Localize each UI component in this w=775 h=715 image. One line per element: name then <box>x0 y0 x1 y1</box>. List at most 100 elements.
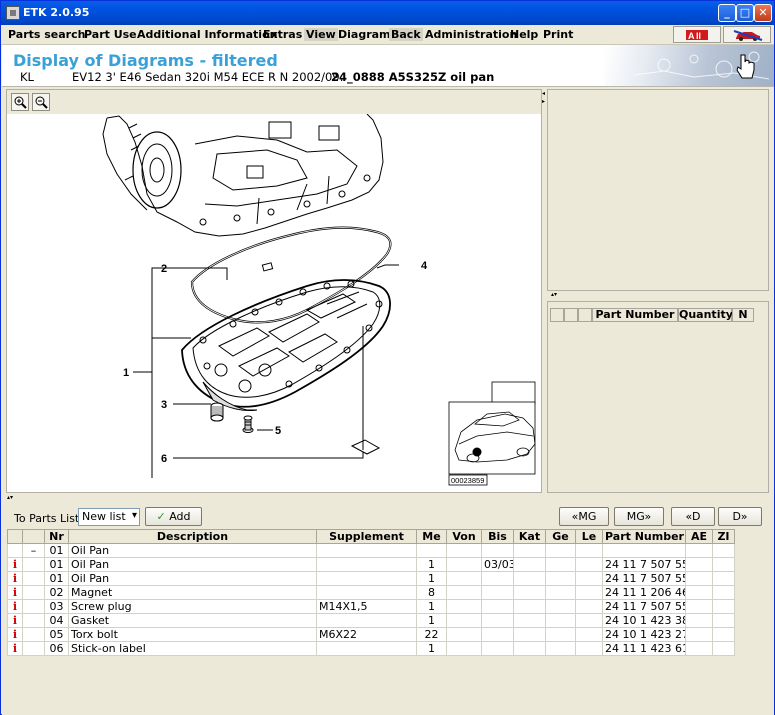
page-header: Display of Diagrams - filtered KL EV12 3… <box>2 45 774 87</box>
kl-label: KL <box>20 70 34 84</box>
previous-mg-button[interactable]: «MG <box>559 507 609 526</box>
col-bis[interactable]: Bis <box>481 529 514 544</box>
col-supplement[interactable]: Supplement <box>316 529 417 544</box>
right-col-quantity[interactable]: Quantity <box>678 308 733 322</box>
cell-ge <box>545 641 576 656</box>
cell-von <box>446 571 482 586</box>
cell-part-number <box>602 543 686 558</box>
cell-nr: 01 <box>44 571 69 586</box>
oil-pan-drawing <box>181 279 391 411</box>
parts-list-select[interactable]: New list <box>78 508 140 526</box>
cell-description: Oil Pan <box>68 543 317 558</box>
col-me[interactable]: Me <box>416 529 447 544</box>
col-part-number[interactable]: Part Number <box>602 529 686 544</box>
add-button[interactable]: ✓ Add <box>145 507 202 526</box>
table-row[interactable]: i 04Gasket 1 24 10 1 423 380 <box>7 613 735 628</box>
title-bar[interactable]: ETK 2.0.95 _ □ ✕ <box>1 1 774 25</box>
menu-diagram[interactable]: Diagram <box>338 28 391 41</box>
cell-zi <box>712 641 735 656</box>
menu-additional-information[interactable]: Additional Information <box>137 28 277 41</box>
cell-supplement <box>316 641 417 656</box>
right-col-n[interactable]: N <box>732 308 754 322</box>
info-icon[interactable]: i <box>7 557 23 572</box>
next-diagram-button[interactable]: D» <box>718 507 762 526</box>
cell-kat <box>513 543 546 558</box>
menu-print[interactable]: Print <box>543 28 573 41</box>
callout-labels: 2 4 1 3 5 6 <box>123 260 428 465</box>
next-mg-button[interactable]: MG» <box>614 507 664 526</box>
menu-back[interactable]: Back <box>389 28 423 41</box>
col-nr[interactable]: Nr <box>44 529 69 544</box>
cell-ge <box>545 571 576 586</box>
table-row[interactable]: i 03Screw plugM14X1,51 24 11 7 507 555 <box>7 599 735 614</box>
info-icon[interactable]: i <box>7 585 23 600</box>
info-icon[interactable]: i <box>7 627 23 642</box>
cell-kat <box>513 599 546 614</box>
maximize-button[interactable]: □ <box>736 4 754 22</box>
minimize-button[interactable]: _ <box>718 4 736 22</box>
menu-administration[interactable]: Administration <box>425 28 517 41</box>
col-zi[interactable]: ZI <box>712 529 735 544</box>
col-ae[interactable]: AE <box>685 529 713 544</box>
cell-ae <box>685 585 713 600</box>
cell-nr: 01 <box>44 543 69 558</box>
cell-ae <box>685 571 713 586</box>
cell-nr: 04 <box>44 613 69 628</box>
cell-nr: 02 <box>44 585 69 600</box>
info-icon[interactable]: i <box>7 613 23 628</box>
row-expand <box>22 627 45 642</box>
info-icon[interactable]: i <box>7 641 23 656</box>
right-col-blank-2[interactable] <box>564 308 578 322</box>
col-expand[interactable] <box>22 529 45 544</box>
aid-icon[interactable]: All <box>673 26 721 43</box>
info-icon[interactable]: i <box>7 571 23 586</box>
cell-description: Torx bolt <box>68 627 317 642</box>
col-kat[interactable]: Kat <box>513 529 546 544</box>
horizontal-splitter[interactable]: ▴▾ <box>1 494 774 503</box>
hand-cursor-icon <box>736 54 755 79</box>
menu-parts-search[interactable]: Parts search <box>8 28 85 41</box>
cell-description: Magnet <box>68 585 317 600</box>
diagram-panel: 2 4 1 3 5 6 00023859 <box>6 89 542 493</box>
menu-extras[interactable]: Extras <box>263 28 302 41</box>
splitter-right-arrow-icon[interactable]: ▸ <box>542 99 545 105</box>
cell-me <box>416 543 447 558</box>
cell-kat <box>513 613 546 628</box>
col-marker[interactable] <box>7 529 23 544</box>
info-icon[interactable]: i <box>7 599 23 614</box>
close-button[interactable]: ✕ <box>754 4 772 22</box>
cell-von <box>446 585 482 600</box>
cell-kat <box>513 627 546 642</box>
right-col-blank-1[interactable] <box>550 308 564 322</box>
table-row[interactable]: i 01Oil Pan 1 03/03 24 11 7 507 556 <box>7 557 735 572</box>
col-ge[interactable]: Ge <box>545 529 576 544</box>
table-row[interactable]: i 01Oil Pan 1 24 11 7 507 556 <box>7 571 735 586</box>
car-icon[interactable] <box>723 26 771 43</box>
cell-supplement <box>316 571 417 586</box>
right-top-panel <box>547 89 769 291</box>
col-von[interactable]: Von <box>446 529 482 544</box>
right-splitter[interactable]: ▴▾ <box>547 291 769 299</box>
menu-help[interactable]: Help <box>510 28 538 41</box>
menu-part-use[interactable]: Part Use <box>84 28 137 41</box>
table-row[interactable]: i 06Stick-on label 1 24 11 1 423 619 <box>7 641 735 656</box>
row-expand <box>22 557 45 572</box>
table-row[interactable]: –01 Oil Pan <box>7 543 735 558</box>
col-le[interactable]: Le <box>575 529 603 544</box>
row-expand <box>22 613 45 628</box>
menu-view[interactable]: View <box>304 28 338 41</box>
table-row[interactable]: i 02Magnet 8 24 11 1 206 468 <box>7 585 735 600</box>
zoom-out-button[interactable] <box>32 93 50 111</box>
previous-diagram-button[interactable]: «D <box>671 507 715 526</box>
right-col-part-number[interactable]: Part Number <box>592 308 678 322</box>
cell-me: 1 <box>416 557 447 572</box>
oil-pan-diagram[interactable]: 2 4 1 3 5 6 00023859 <box>7 114 541 492</box>
col-description[interactable]: Description <box>68 529 317 544</box>
parts-table-header: Nr Description Supplement Me Von Bis Kat… <box>7 529 735 544</box>
collapse-toggle-icon[interactable]: – <box>22 543 45 558</box>
table-row[interactable]: i 05Torx boltM6X2222 24 10 1 423 273 <box>7 627 735 642</box>
right-col-blank-3[interactable] <box>578 308 592 322</box>
cell-ge <box>545 627 576 642</box>
zoom-in-button[interactable] <box>11 93 29 111</box>
splitter-left-arrow-icon[interactable]: ◂ <box>542 91 545 97</box>
